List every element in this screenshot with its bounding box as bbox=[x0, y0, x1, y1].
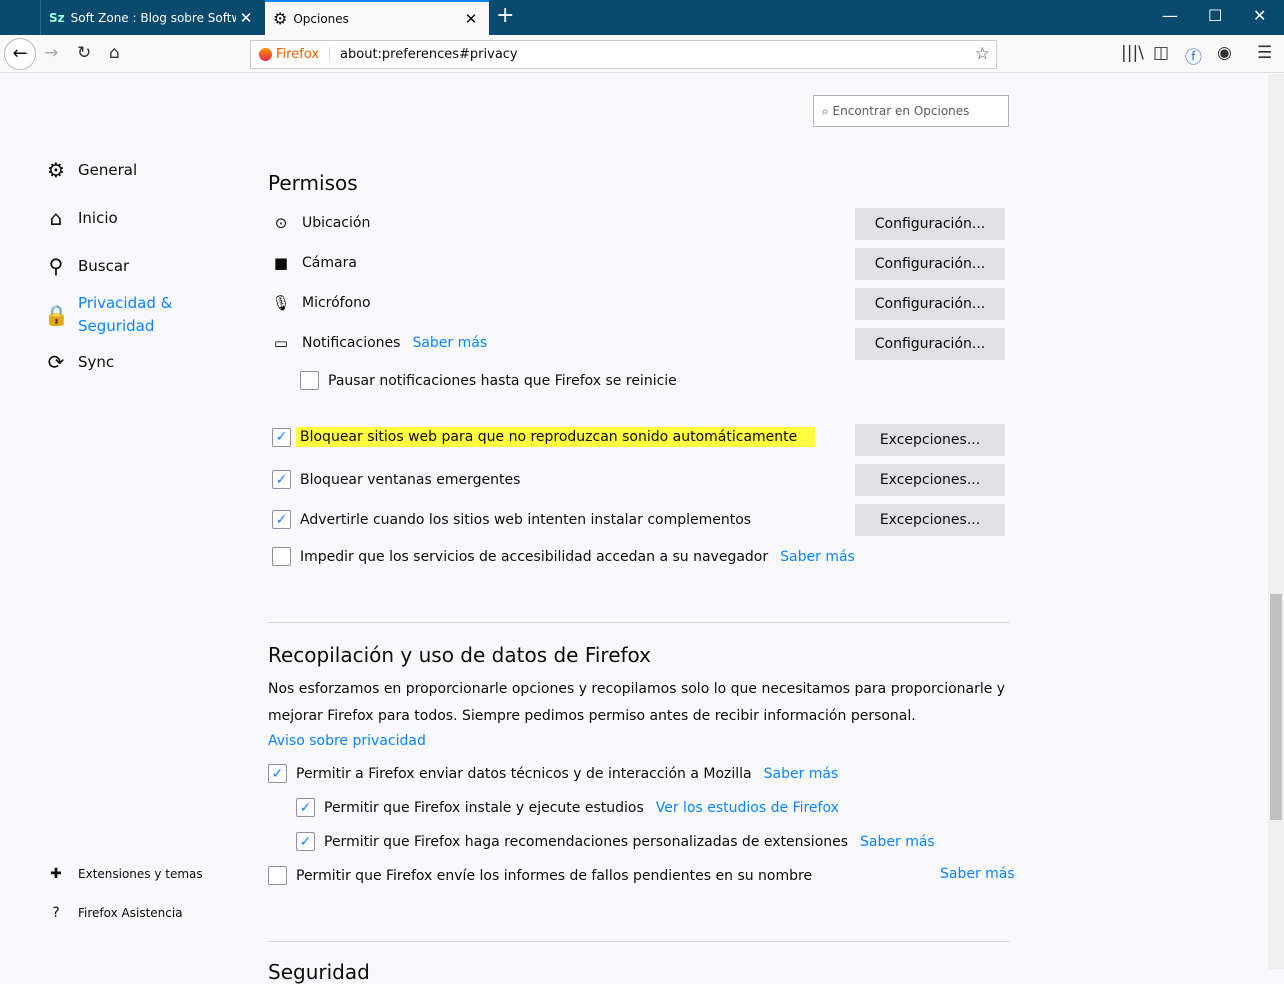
seguridad-heading: Seguridad bbox=[268, 960, 370, 984]
sz-favicon-icon: Sz bbox=[49, 10, 65, 25]
bookmark-star-icon[interactable]: ☆ bbox=[975, 44, 990, 64]
account-icon[interactable]: ◉ bbox=[1217, 43, 1232, 63]
notificaciones-settings-button[interactable]: Configuración... bbox=[855, 328, 1005, 360]
warn-addons-checkbox[interactable]: ✓ Advertirle cuando los sitios web intent… bbox=[272, 510, 751, 529]
nav-toolbar: ← → ↻ ⌂ Firefox about:preferences#privac… bbox=[0, 35, 1284, 73]
recommendations-learn-more-link[interactable]: Saber más bbox=[860, 834, 935, 850]
perm-microfono: 🎙 Micrófono bbox=[271, 294, 371, 312]
perm-ubicacion: ⊙ Ubicación bbox=[270, 214, 371, 232]
notification-icon: ▭ bbox=[273, 334, 289, 352]
microfono-settings-button[interactable]: Configuración... bbox=[855, 288, 1005, 320]
gear-icon: ⚙ bbox=[273, 9, 288, 28]
lock-icon: 🔒 bbox=[44, 303, 69, 327]
popups-exceptions-button[interactable]: Excepciones... bbox=[855, 464, 1005, 496]
sidebar-item-buscar[interactable]: ⚲ Buscar bbox=[44, 254, 130, 278]
privacy-notice-link[interactable]: Aviso sobre privacidad bbox=[268, 733, 426, 749]
sidebar-item-general[interactable]: ⚙ General bbox=[44, 158, 137, 182]
microphone-icon: 🎙 bbox=[271, 294, 291, 312]
close-tab-icon[interactable]: ✕ bbox=[236, 9, 256, 27]
permisos-heading: Permisos bbox=[268, 171, 358, 195]
checkbox[interactable] bbox=[268, 866, 287, 885]
home-button[interactable]: ⌂ bbox=[109, 43, 120, 63]
firefox-icon bbox=[259, 48, 272, 61]
forward-button[interactable]: → bbox=[44, 43, 58, 63]
checkbox-checked[interactable]: ✓ bbox=[272, 470, 291, 489]
sync-icon: ⟳ bbox=[47, 350, 65, 374]
crash-reports-checkbox[interactable]: Permitir que Firefox envíe los informes … bbox=[268, 866, 812, 885]
checkbox-checked[interactable]: ✓ bbox=[272, 510, 291, 529]
camera-icon: ■ bbox=[273, 254, 289, 272]
sidebar-item-inicio[interactable]: ⌂ Inicio bbox=[44, 206, 118, 230]
library-icon[interactable]: |||\ bbox=[1121, 43, 1144, 63]
datos-description: Nos esforzamos en proporcionarle opcione… bbox=[268, 681, 1006, 724]
url-bar[interactable]: Firefox about:preferences#privacy ☆ bbox=[250, 40, 997, 69]
sidebar-item-privacidad[interactable]: 🔒 Privacidad & Seguridad bbox=[44, 292, 172, 338]
reload-button[interactable]: ↻ bbox=[77, 43, 91, 63]
tab-opciones[interactable]: ⚙ Opciones ✕ bbox=[265, 0, 489, 35]
search-icon: ⚲ bbox=[48, 254, 64, 278]
scrollbar[interactable] bbox=[1268, 74, 1284, 969]
block-popups-checkbox[interactable]: ✓ Bloquear ventanas emergentes bbox=[272, 470, 520, 489]
close-tab-icon[interactable]: ✕ bbox=[461, 10, 481, 28]
pause-notifications-checkbox[interactable]: Pausar notificaciones hasta que Firefox … bbox=[300, 371, 677, 390]
camara-settings-button[interactable]: Configuración... bbox=[855, 248, 1005, 280]
perm-notificaciones: ▭ Notificaciones Saber más bbox=[270, 334, 487, 352]
maximize-button[interactable]: ☐ bbox=[1208, 6, 1222, 25]
checkbox-checked[interactable]: ✓ bbox=[296, 798, 315, 817]
sidebar-support-link[interactable]: ? Firefox Asistencia bbox=[44, 905, 182, 921]
section-divider bbox=[268, 622, 1009, 623]
notificaciones-learn-more-link[interactable]: Saber más bbox=[412, 335, 487, 351]
menu-icon[interactable]: ☰ bbox=[1257, 43, 1272, 63]
perm-camara: ■ Cámara bbox=[270, 254, 357, 272]
search-input[interactable]: ⌕ Encontrar en Opciones bbox=[813, 95, 1009, 127]
section-divider bbox=[268, 941, 1009, 942]
accessibility-learn-more-link[interactable]: Saber más bbox=[780, 549, 855, 565]
view-studies-link[interactable]: Ver los estudios de Firefox bbox=[656, 800, 839, 816]
back-button[interactable]: ← bbox=[4, 38, 36, 70]
scrollbar-thumb[interactable] bbox=[1270, 594, 1282, 820]
gear-icon: ⚙ bbox=[47, 158, 65, 182]
telemetry-checkbox[interactable]: ✓ Permitir a Firefox enviar datos técnico… bbox=[268, 764, 838, 783]
checkbox[interactable] bbox=[272, 547, 291, 566]
home-icon: ⌂ bbox=[49, 206, 63, 230]
crash-reports-learn-more-link[interactable]: Saber más bbox=[940, 866, 1015, 882]
block-autoplay-checkbox[interactable]: ✓ Bloquear sitios web para que no reprodu… bbox=[272, 427, 816, 447]
identity-box[interactable]: Firefox bbox=[251, 47, 331, 62]
url-text[interactable]: about:preferences#privacy bbox=[340, 47, 518, 62]
close-window-button[interactable]: ✕ bbox=[1253, 6, 1266, 25]
checkbox-checked[interactable]: ✓ bbox=[272, 427, 291, 447]
help-icon: ? bbox=[52, 905, 60, 921]
sidebar-extensions-link[interactable]: ✚ Extensiones y temas bbox=[44, 866, 203, 882]
sidebar-item-sync[interactable]: ⟳ Sync bbox=[44, 350, 115, 374]
checkbox[interactable] bbox=[300, 371, 319, 390]
checkbox-checked[interactable]: ✓ bbox=[268, 764, 287, 783]
telemetry-learn-more-link[interactable]: Saber más bbox=[764, 766, 839, 782]
autoplay-exceptions-button[interactable]: Excepciones... bbox=[855, 424, 1005, 456]
location-icon: ⊙ bbox=[274, 214, 288, 232]
tab-strip: Sz Soft Zone : Blog sobre Software ✕ ⚙ O… bbox=[0, 0, 1284, 35]
datos-heading: Recopilación y uso de datos de Firefox bbox=[268, 643, 652, 667]
checkbox-checked[interactable]: ✓ bbox=[296, 832, 315, 851]
tab-softzone[interactable]: Sz Soft Zone : Blog sobre Software ✕ bbox=[40, 0, 264, 35]
puzzle-icon: ✚ bbox=[50, 866, 62, 882]
sidebar-icon[interactable]: ◫ bbox=[1153, 43, 1169, 63]
new-tab-button[interactable]: + bbox=[496, 3, 514, 28]
lightning-addon-icon[interactable]: ⓕ bbox=[1185, 43, 1202, 68]
block-accessibility-checkbox[interactable]: Impedir que los servicios de accesibilid… bbox=[272, 547, 855, 566]
recommendations-checkbox[interactable]: ✓ Permitir que Firefox haga recomendacion… bbox=[296, 832, 935, 851]
ubicacion-settings-button[interactable]: Configuración... bbox=[855, 208, 1005, 240]
studies-checkbox[interactable]: ✓ Permitir que Firefox instale y ejecute … bbox=[296, 798, 839, 817]
minimize-button[interactable]: — bbox=[1162, 6, 1178, 25]
addons-exceptions-button[interactable]: Excepciones... bbox=[855, 504, 1005, 536]
